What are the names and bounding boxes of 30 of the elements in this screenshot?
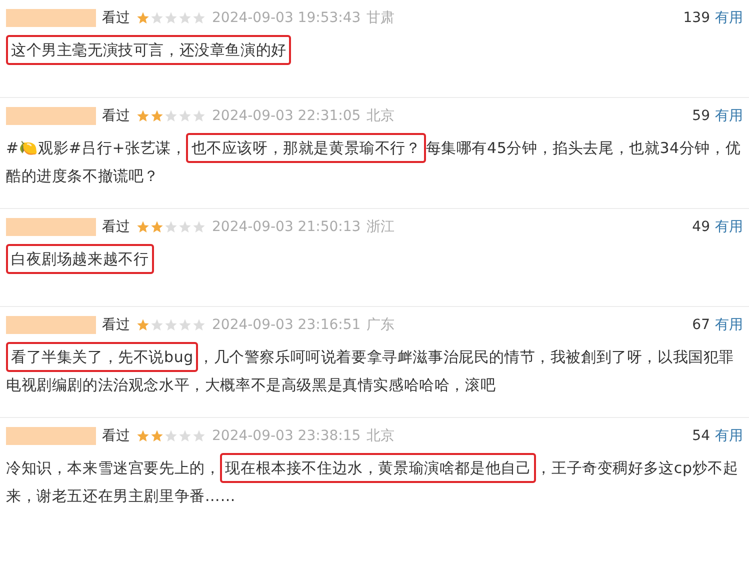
review-location: 北京 xyxy=(366,427,395,445)
watch-status: 看过 xyxy=(102,316,130,334)
review-location: 广东 xyxy=(366,316,395,334)
review-time: 2024-09-03 23:38:15 xyxy=(212,428,361,444)
review-time: 2024-09-03 23:16:51 xyxy=(212,317,361,333)
review-text: #🍋观影#吕行+张艺谋， 也不应该呀，那就是黄景瑜不行？ 每集哪有45分钟，掐头去尾，也就34分钟，优酷的进度条不撤谎吧？ xyxy=(6,134,743,190)
vote-count: 67 xyxy=(692,317,710,333)
vote-count: 59 xyxy=(692,108,710,124)
useful-link[interactable]: 有用 xyxy=(715,316,743,334)
watch-status: 看过 xyxy=(102,218,130,236)
review-location: 甘肃 xyxy=(366,9,395,27)
review-location: 北京 xyxy=(366,107,395,125)
review-text: 白夜剧场越来越不行 xyxy=(6,245,743,273)
review-text: 看了半集关了，先不说bug ，几个警察乐呵呵说着要拿寻衅滋事治屁民的情节，我被創到了呀，以我国犯罪电视剧编剧的法治观念水平，大概率不是高级黑是真情实感哈哈哈，滚吧 xyxy=(6,343,743,399)
review-text: 这个男主毫无演技可言，还没章鱼演的好 xyxy=(6,36,743,64)
useful-link[interactable]: 有用 xyxy=(715,427,743,445)
useful-link[interactable]: 有用 xyxy=(715,218,743,236)
useful-link[interactable]: 有用 xyxy=(715,107,743,125)
watch-status: 看过 xyxy=(102,427,130,445)
useful-link[interactable]: 有用 xyxy=(715,9,743,27)
watch-status: 看过 xyxy=(102,107,130,125)
review-location: 浙江 xyxy=(366,218,395,236)
watch-status: 看过 xyxy=(102,9,130,27)
vote-count: 139 xyxy=(683,10,710,26)
review-text: 冷知识，本来雪迷宫要先上的， 现在根本接不住边水，黄景瑜演啥都是他自己 ，王子奇变稠好多这cp炒不起来，谢老五还在男主剧里争番…… xyxy=(6,454,743,510)
review-time: 2024-09-03 21:50:13 xyxy=(212,219,361,235)
vote-count: 49 xyxy=(692,219,710,235)
review-time: 2024-09-03 19:53:43 xyxy=(212,10,361,26)
vote-count: 54 xyxy=(692,428,710,444)
review-time: 2024-09-03 22:31:05 xyxy=(212,108,361,124)
